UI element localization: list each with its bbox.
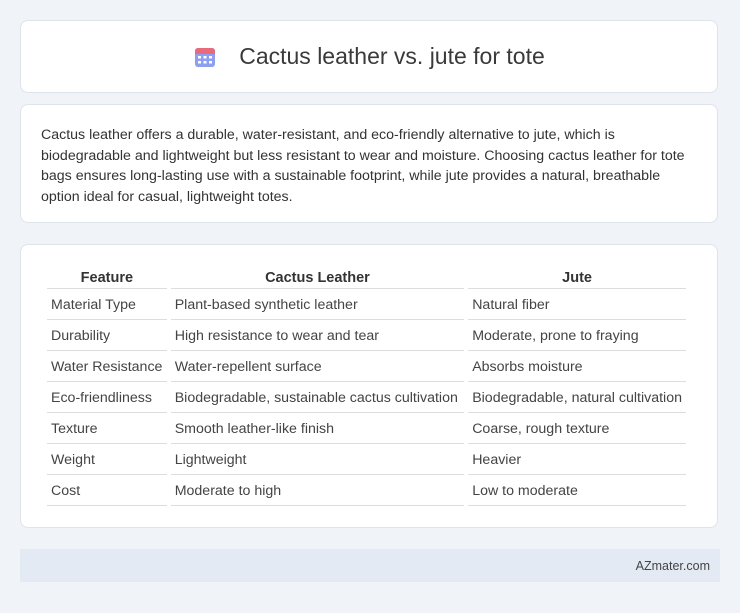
cell-jute: Low to moderate <box>468 477 686 506</box>
title-row: Cactus leather vs. jute for tote <box>193 43 545 70</box>
cell-feature: Texture <box>47 415 167 444</box>
cell-feature: Material Type <box>47 291 167 320</box>
cell-cactus-leather: Plant-based synthetic leather <box>170 291 465 320</box>
comparison-card: Feature Cactus Leather Jute Material Typ… <box>20 244 718 528</box>
comparison-table: Feature Cactus Leather Jute Material Typ… <box>43 265 690 508</box>
cell-cactus-leather: Lightweight <box>170 446 465 475</box>
title-card: Cactus leather vs. jute for tote <box>20 20 718 93</box>
cell-feature: Cost <box>47 477 167 506</box>
cell-feature: Durability <box>47 322 167 351</box>
cell-cactus-leather: High resistance to wear and tear <box>170 322 465 351</box>
summary-paragraph: Cactus leather offers a durable, water-r… <box>41 127 685 205</box>
header-cactus-leather: Cactus Leather <box>170 267 465 289</box>
cell-jute: Heavier <box>468 446 686 475</box>
page-title: Cactus leather vs. jute for tote <box>239 43 545 69</box>
cell-jute: Biodegradable, natural cultivation <box>468 384 686 413</box>
cell-cactus-leather: Moderate to high <box>170 477 465 506</box>
table-row: Durability High resistance to wear and t… <box>47 322 686 351</box>
cell-cactus-leather: Water-repellent surface <box>170 353 465 382</box>
table-header-row: Feature Cactus Leather Jute <box>47 267 686 289</box>
table-row: Texture Smooth leather-like finish Coars… <box>47 415 686 444</box>
table-row: Material Type Plant-based synthetic leat… <box>47 291 686 320</box>
header-feature: Feature <box>47 267 167 289</box>
cell-jute: Natural fiber <box>468 291 686 320</box>
cell-feature: Eco-friendliness <box>47 384 167 413</box>
calendar-icon <box>195 47 216 67</box>
table-row: Eco-friendliness Biodegradable, sustaina… <box>47 384 686 413</box>
cell-feature: Water Resistance <box>47 353 167 382</box>
header-jute: Jute <box>468 267 686 289</box>
footer-bar: AZmater.com <box>20 549 720 582</box>
cell-cactus-leather: Smooth leather-like finish <box>170 415 465 444</box>
summary-card: Cactus leather offers a durable, water-r… <box>20 104 718 223</box>
cell-jute: Absorbs moisture <box>468 353 686 382</box>
table-row: Cost Moderate to high Low to moderate <box>47 477 686 506</box>
cell-feature: Weight <box>47 446 167 475</box>
cell-jute: Coarse, rough texture <box>468 415 686 444</box>
cell-cactus-leather: Biodegradable, sustainable cactus cultiv… <box>170 384 465 413</box>
table-row: Water Resistance Water-repellent surface… <box>47 353 686 382</box>
cell-jute: Moderate, prone to fraying <box>468 322 686 351</box>
table-row: Weight Lightweight Heavier <box>47 446 686 475</box>
footer-site-link[interactable]: AZmater.com <box>636 559 710 573</box>
